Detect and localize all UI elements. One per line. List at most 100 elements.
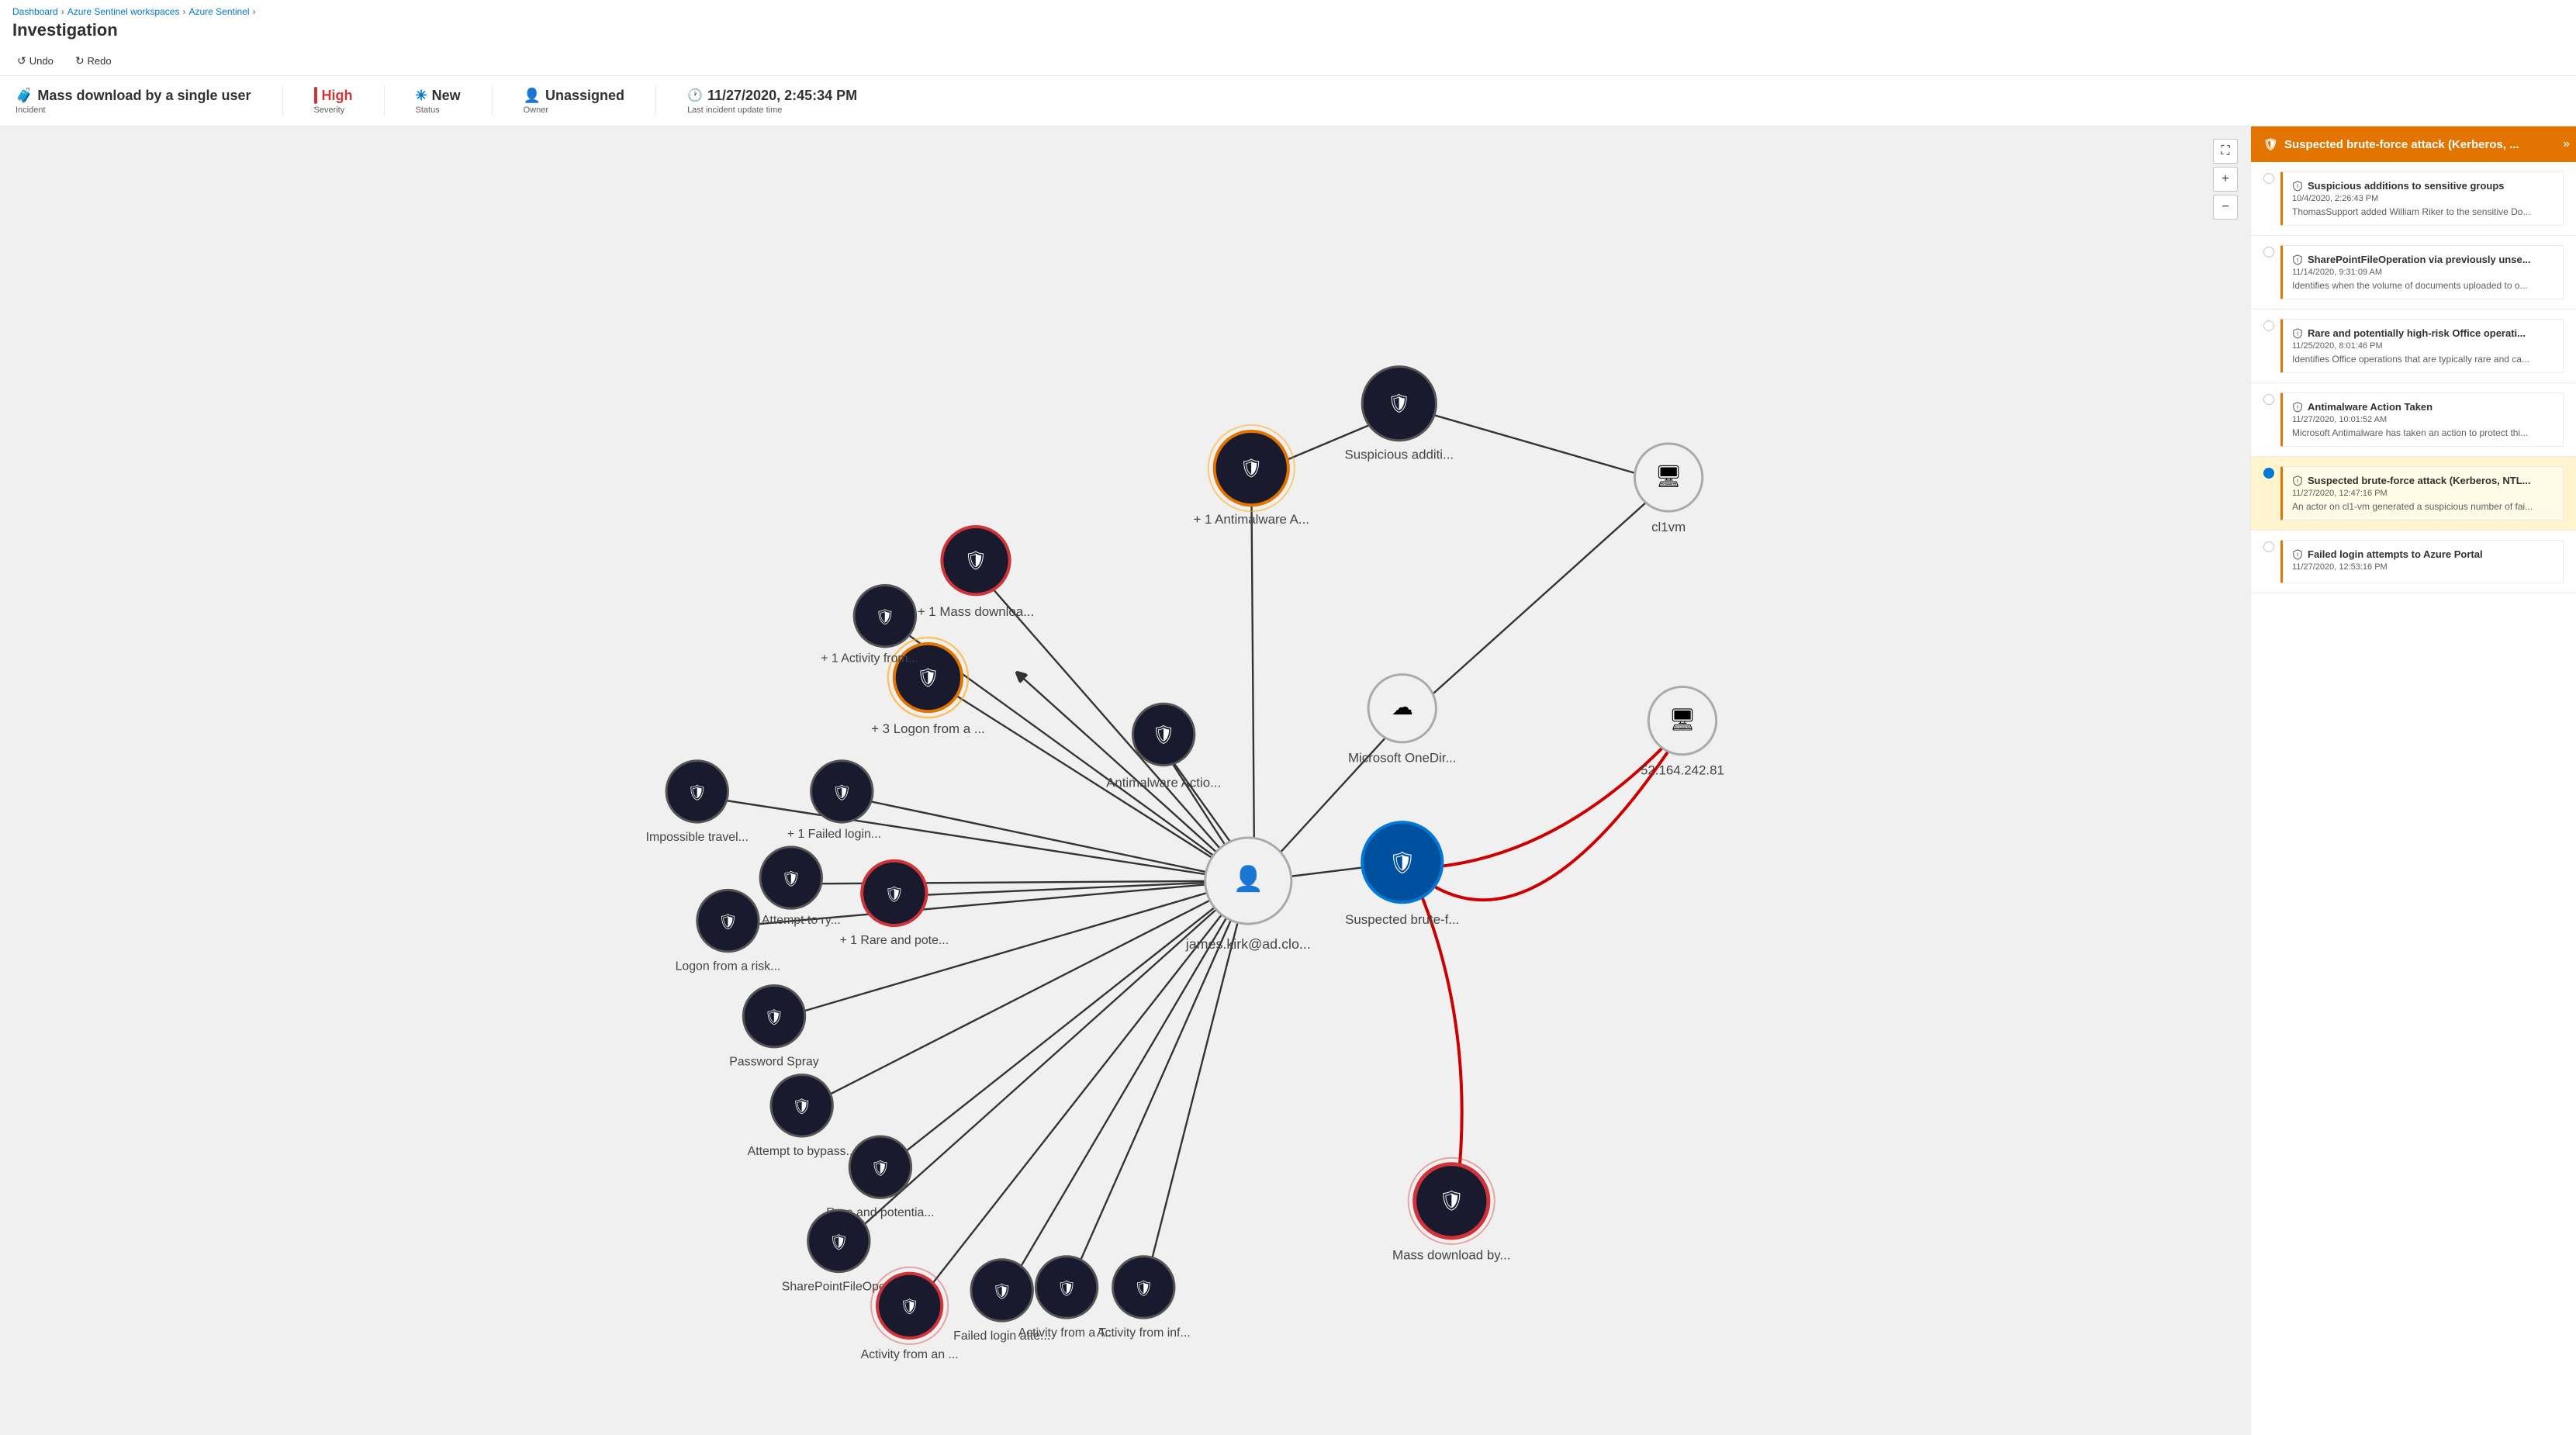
alert-card[interactable]: ! Antimalware Action Taken11/27/2020, 10… <box>2280 392 2564 447</box>
svg-text:Activity from an ...: Activity from an ... <box>861 1348 959 1361</box>
svg-text:🖥: 🖥 <box>1655 464 1682 488</box>
severity-text: High <box>322 88 353 104</box>
right-panel: 🛡 Suspected brute-force attack (Kerberos… <box>2250 126 2576 1435</box>
alert-radio[interactable] <box>2263 320 2274 331</box>
alert-date: 11/25/2020, 8:01:46 PM <box>2292 341 2554 351</box>
svg-text:🛡: 🛡 <box>884 886 904 903</box>
fullscreen-button[interactable]: ⛶ <box>2213 139 2238 164</box>
alert-item[interactable]: ! Suspected brute-force attack (Kerberos… <box>2251 457 2576 531</box>
incident-owner-item: 👤 Unassigned Owner <box>524 88 624 115</box>
svg-text:🛡: 🛡 <box>916 667 939 688</box>
svg-text:Impossible travel...: Impossible travel... <box>646 831 749 844</box>
time-text: 11/27/2020, 2:45:34 PM <box>707 88 857 104</box>
time-icon: 🕐 <box>687 88 703 103</box>
svg-text:🛡: 🛡 <box>1388 851 1416 875</box>
alert-shield-icon: ! <box>2292 402 2303 413</box>
alert-desc: ThomasSupport added William Riker to the… <box>2292 206 2554 217</box>
graph-area[interactable]: 👤 james.kirk@ad.clo... 🛡 Antimalware Act… <box>0 126 2250 1435</box>
alert-date: 11/14/2020, 9:31:09 AM <box>2292 268 2554 277</box>
undo-button[interactable]: ↺ Undo <box>12 51 58 71</box>
svg-text:🛡: 🛡 <box>687 784 707 801</box>
panel-shield-icon: 🛡 <box>2263 137 2278 151</box>
incident-severity-label: High <box>314 87 353 104</box>
redo-button[interactable]: ↻ Redo <box>71 51 116 71</box>
svg-text:☁: ☁ <box>1392 695 1413 719</box>
alert-title: ! Antimalware Action Taken <box>2292 401 2554 413</box>
svg-text:Suspicious additi...: Suspicious additi... <box>1344 448 1454 462</box>
alert-radio[interactable] <box>2263 247 2274 258</box>
incident-name-item: 🧳 Mass download by a single user Inciden… <box>16 88 251 115</box>
collapse-panel-button[interactable]: » <box>2563 137 2570 151</box>
alerts-list: ! Suspicious additions to sensitive grou… <box>2251 162 2576 1435</box>
svg-text:+ 1 Failed login...: + 1 Failed login... <box>787 828 881 841</box>
status-sub: Status <box>416 105 461 115</box>
incident-time-item: 🕐 11/27/2020, 2:45:34 PM Last incident u… <box>687 88 857 115</box>
svg-text:james.kirk@ad.clo...: james.kirk@ad.clo... <box>1185 936 1311 952</box>
alert-card[interactable]: ! SharePointFileOperation via previously… <box>2280 245 2564 299</box>
investigation-graph: 👤 james.kirk@ad.clo... 🛡 Antimalware Act… <box>0 126 2250 1435</box>
right-panel-header: 🛡 Suspected brute-force attack (Kerberos… <box>2251 126 2576 162</box>
alert-card[interactable]: ! Failed login attempts to Azure Portal1… <box>2280 540 2564 583</box>
svg-text:Activity from inf...: Activity from inf... <box>1097 1326 1191 1340</box>
svg-text:!: ! <box>2297 405 2298 410</box>
alert-card[interactable]: ! Suspicious additions to sensitive grou… <box>2280 171 2564 226</box>
severity-dot <box>314 87 317 104</box>
svg-text:+ 1 Antimalware A...: + 1 Antimalware A... <box>1194 512 1309 527</box>
toolbar: ↺ Undo ↻ Redo <box>12 47 2564 75</box>
alert-shield-icon: ! <box>2292 328 2303 339</box>
alert-radio[interactable] <box>2263 541 2274 552</box>
svg-text:🖥: 🖥 <box>1668 707 1696 731</box>
svg-text:🛡: 🛡 <box>1388 393 1411 414</box>
status-text: New <box>432 88 461 104</box>
alert-content: ! SharePointFileOperation via previously… <box>2280 245 2564 299</box>
alert-item[interactable]: ! Failed login attempts to Azure Portal1… <box>2251 531 2576 593</box>
alert-title: ! Failed login attempts to Azure Portal <box>2292 548 2554 560</box>
svg-text:+ 1 Activity from...: + 1 Activity from... <box>821 652 918 666</box>
alert-desc: Microsoft Antimalware has taken an actio… <box>2292 427 2554 438</box>
alert-radio[interactable] <box>2263 468 2274 479</box>
svg-text:+ 1 Rare and pote...: + 1 Rare and pote... <box>839 934 949 947</box>
svg-text:🛡: 🛡 <box>718 914 738 931</box>
breadcrumb-dashboard[interactable]: Dashboard <box>12 6 58 17</box>
alert-item[interactable]: ! SharePointFileOperation via previously… <box>2251 236 2576 309</box>
svg-text:Mass download by...: Mass download by... <box>1392 1248 1510 1263</box>
alert-shield-icon: ! <box>2292 181 2303 192</box>
alert-item[interactable]: ! Suspicious additions to sensitive grou… <box>2251 162 2576 236</box>
alert-desc: Identifies when the volume of documents … <box>2292 280 2554 291</box>
svg-text:Attempt to bypass...: Attempt to bypass... <box>748 1145 856 1158</box>
svg-text:👤: 👤 <box>1233 864 1264 892</box>
alert-shield-icon: ! <box>2292 254 2303 265</box>
svg-text:Suspected brute-f...: Suspected brute-f... <box>1345 912 1459 927</box>
alert-radio[interactable] <box>2263 394 2274 405</box>
page-title: Investigation <box>12 20 2564 40</box>
svg-text:Microsoft OneDir...: Microsoft OneDir... <box>1348 751 1457 766</box>
status-icon: ✳ <box>416 88 427 104</box>
svg-text:cl1vm: cl1vm <box>1651 520 1686 534</box>
alert-item[interactable]: ! Antimalware Action Taken11/27/2020, 10… <box>2251 383 2576 457</box>
alert-item[interactable]: ! Rare and potentially high-risk Office … <box>2251 309 2576 383</box>
owner-icon: 👤 <box>524 88 541 104</box>
alert-content: ! Suspected brute-force attack (Kerberos… <box>2280 466 2564 520</box>
main-content: 👤 james.kirk@ad.clo... 🛡 Antimalware Act… <box>0 126 2576 1435</box>
incident-status-item: ✳ New Status <box>416 88 461 115</box>
owner-sub: Owner <box>524 105 624 115</box>
svg-text:🛡: 🛡 <box>832 784 852 801</box>
incident-status-label: ✳ New <box>416 88 461 104</box>
svg-text:🛡: 🛡 <box>1134 1280 1153 1297</box>
svg-text:🛡: 🛡 <box>829 1234 849 1251</box>
alert-title: ! Rare and potentially high-risk Office … <box>2292 327 2554 339</box>
breadcrumb-sentinel[interactable]: Azure Sentinel <box>188 6 249 17</box>
alert-card[interactable]: ! Rare and potentially high-risk Office … <box>2280 319 2564 373</box>
alert-radio[interactable] <box>2263 173 2274 184</box>
incident-icon: 🧳 <box>16 88 33 104</box>
svg-text:🛡: 🛡 <box>992 1283 1011 1300</box>
alert-title: ! Suspicious additions to sensitive grou… <box>2292 180 2554 192</box>
divider-4 <box>655 85 656 116</box>
breadcrumb-workspaces[interactable]: Azure Sentinel workspaces <box>67 6 180 17</box>
zoom-in-button[interactable]: + <box>2213 167 2238 192</box>
alert-card[interactable]: ! Suspected brute-force attack (Kerberos… <box>2280 466 2564 520</box>
top-bar: Dashboard › Azure Sentinel workspaces › … <box>0 0 2576 76</box>
svg-text:🛡: 🛡 <box>875 609 894 626</box>
incident-severity-item: High Severity <box>314 87 353 115</box>
zoom-out-button[interactable]: − <box>2213 195 2238 220</box>
